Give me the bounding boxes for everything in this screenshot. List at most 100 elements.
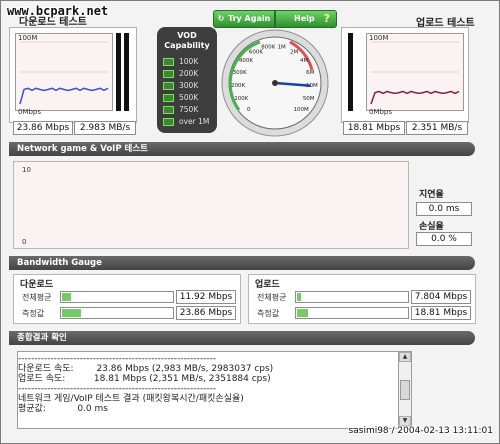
try-again-button[interactable]: ↻ Try Again [213, 10, 275, 28]
try-again-label: Try Again [228, 14, 271, 23]
summary-textarea[interactable]: ----------------------------------------… [17, 351, 399, 429]
help-icon: ? [323, 12, 330, 25]
download-meas-value: 23.86 Mbps [176, 306, 236, 320]
scroll-thumb[interactable] [400, 380, 410, 400]
bandwidth-upload-title: 업로드 [255, 280, 280, 290]
upload-line-chart [370, 41, 460, 105]
vod-led-icon [163, 58, 174, 66]
upload-graph [366, 33, 464, 111]
upload-mbs-value: 2.351 MB/s [406, 121, 468, 135]
gauge-tick-label: 200K [231, 83, 245, 89]
speed-gauge: 0100K200K300K400K600K800K 1M2M4M6M10M50M1… [221, 29, 329, 137]
upload-avg-bar [295, 291, 409, 303]
upload-y-min: 0Mbps [369, 108, 393, 116]
gauge-tick-label: 400K [239, 58, 253, 64]
gauge-tick-label: 1M [278, 45, 286, 51]
latency-value: 0.0 ms [416, 202, 472, 216]
section-title: Network game & VoIP 테스트 [17, 144, 148, 154]
upload-y-max: 100M [369, 34, 389, 42]
summary-line: ----------------------------------------… [18, 384, 217, 394]
gauge-tick-label: 2M [290, 49, 298, 55]
scroll-up-icon[interactable]: ▲ [399, 352, 411, 362]
section-title: Bandwidth Gauge [17, 258, 102, 268]
download-level-track [124, 33, 129, 111]
download-graph-panel: 100M 0Mbps [9, 27, 137, 123]
upload-meas-label: 측정값 [257, 309, 280, 318]
latency-label: 지연율 [419, 190, 444, 200]
network-y-max: 10 [22, 166, 31, 174]
summary-line: 업로드 속도: 18.81 Mbps (2,351 MB/s, 2351884 … [18, 374, 271, 384]
summary-line: 네트워크 게임/VoIP 테스트 결과 (패킷왕복시간/패킷손실율) [18, 394, 244, 404]
refresh-icon: ↻ [217, 14, 225, 23]
vod-level-label: 750K [179, 105, 199, 114]
vod-level-100k: 100K [163, 57, 198, 66]
help-label: Help [294, 14, 315, 23]
download-y-min: 0Mbps [18, 108, 42, 116]
vod-level-label: 500K [179, 93, 199, 102]
vod-level-label: 200K [179, 69, 199, 78]
upload-avg-fill [297, 293, 302, 301]
watermark-text: www.bcpark.net [7, 4, 109, 18]
speed-test-window: 100M 0Mbps 23.86 Mbps 2.983 MB/s 100M 0M… [0, 0, 500, 444]
download-y-max: 100M [18, 34, 38, 42]
upload-avg-value: 7.804 Mbps [411, 290, 471, 304]
vod-led-icon [163, 118, 174, 126]
vod-led-icon [163, 82, 174, 90]
bandwidth-download-title: 다운로드 [20, 280, 54, 290]
footer-credit: sasimi98 / 2004-02-13 13:11:01 [348, 426, 493, 436]
vod-level-300k: 300K [163, 81, 198, 90]
upload-graph-panel: 100M 0Mbps [341, 27, 469, 123]
download-avg-fill [62, 293, 71, 301]
summary-line: ----------------------------------------… [18, 354, 217, 364]
vod-level-label: over 1M [179, 117, 210, 126]
vod-level-750k: 750K [163, 105, 198, 114]
vod-level-500k: 500K [163, 93, 198, 102]
download-avg-value: 11.92 Mbps [176, 290, 236, 304]
download-avg-label: 전체평균 [22, 293, 52, 302]
network-game-section-header: Network game & VoIP 테스트 [9, 142, 475, 156]
summary-line: 평균값: 0.0 ms [18, 404, 108, 414]
loss-label: 손실율 [419, 222, 444, 232]
gauge-tick-label: 50M [303, 96, 315, 102]
download-level-bar [116, 33, 121, 111]
upload-meas-value: 18.81 Mbps [411, 306, 471, 320]
network-y-min: 0 [22, 238, 27, 246]
download-avg-bar [60, 291, 174, 303]
bandwidth-section-header: Bandwidth Gauge [9, 256, 475, 270]
download-meas-label: 측정값 [22, 309, 45, 318]
vod-led-icon [163, 70, 174, 78]
bandwidth-upload-panel: 업로드 전체평균 7.804 Mbps 측정값 18.81 Mbps [248, 274, 476, 324]
scroll-down-icon[interactable]: ▼ [399, 416, 411, 426]
gauge-hub [272, 80, 278, 86]
download-graph [15, 33, 113, 111]
summary-line: 다운로드 속도: 23.86 Mbps (2,983 MB/s, 2983037… [18, 364, 274, 374]
vod-level-label: 100K [179, 57, 199, 66]
help-button[interactable]: Help ? [275, 10, 337, 28]
summary-scrollbar[interactable]: ▲ ▼ [398, 351, 412, 427]
gauge-tick-label: 100K [234, 96, 248, 102]
download-line-chart [19, 41, 109, 105]
bandwidth-download-panel: 다운로드 전체평균 11.92 Mbps 측정값 23.86 Mbps [13, 274, 241, 324]
download-meas-fill [62, 309, 81, 317]
loss-value: 0.0 % [416, 232, 472, 246]
gauge-tick-label: 0 [247, 107, 251, 113]
download-mbps-value: 23.86 Mbps [13, 121, 73, 135]
download-meas-bar [60, 307, 174, 319]
vod-title: VOD [177, 31, 197, 40]
upload-level-bar [348, 33, 353, 111]
vod-level-over-1m: over 1M [163, 117, 209, 126]
vod-led-icon [163, 106, 174, 114]
upload-avg-label: 전체평균 [257, 293, 287, 302]
vod-level-label: 300K [179, 81, 199, 90]
gauge-tick-label: 800K [261, 45, 275, 51]
gauge-tick-label: 100M [294, 107, 309, 113]
upload-series-line [370, 90, 460, 105]
network-game-graph: 10 0 [13, 161, 409, 249]
vod-led-icon [163, 94, 174, 102]
section-title: 종합결과 확인 [17, 333, 67, 343]
gauge-tick-label: 4M [300, 58, 308, 64]
download-mbs-value: 2.983 MB/s [74, 121, 136, 135]
vod-capability-panel: VOD Capability 100K 200K 300K 500K 750K … [157, 27, 217, 133]
upload-title: 업로드 테스트 [416, 18, 475, 29]
upload-meas-bar [295, 307, 409, 319]
